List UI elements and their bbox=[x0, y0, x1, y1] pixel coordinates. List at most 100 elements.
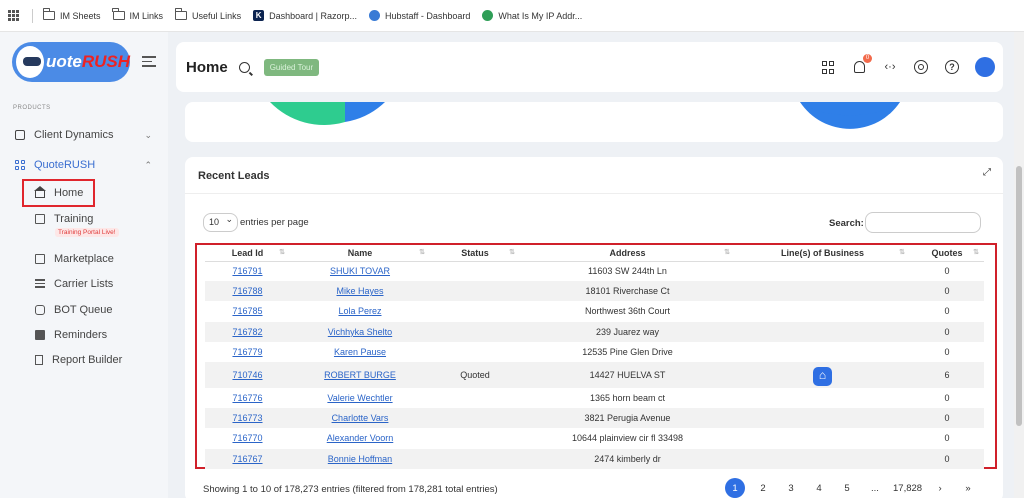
logo-mascot-icon bbox=[16, 46, 44, 78]
page-button[interactable]: 4 bbox=[809, 478, 829, 498]
lead-name-link[interactable]: ROBERT BURGE bbox=[324, 370, 396, 380]
lead-id-link[interactable]: 716779 bbox=[232, 347, 262, 357]
table-row[interactable]: 716782 Vichhyka Shelto 239 Juarez way 0 bbox=[205, 321, 984, 342]
folder-icon bbox=[42, 8, 55, 20]
scrollbar-thumb[interactable] bbox=[1016, 166, 1022, 426]
quotes-cell: 6 bbox=[910, 361, 984, 388]
sidebar-item-reminders[interactable]: Reminders bbox=[0, 329, 168, 341]
sidebar-item-bot-queue[interactable]: BOT Queue bbox=[0, 304, 168, 316]
home-insurance-icon[interactable] bbox=[813, 367, 832, 387]
lead-id-link[interactable]: 716767 bbox=[232, 454, 262, 464]
quotes-cell: 0 bbox=[910, 281, 984, 302]
quotes-cell: 0 bbox=[944, 346, 950, 357]
sidebar-item-client-dynamics[interactable]: Client Dynamics ⌄ bbox=[0, 129, 168, 141]
page-button[interactable]: 1 bbox=[725, 478, 745, 498]
sidebar-item-training[interactable]: Training bbox=[0, 213, 168, 225]
lead-id-link[interactable]: 716785 bbox=[232, 306, 262, 316]
lead-name-link[interactable]: Bonnie Hoffman bbox=[328, 454, 392, 464]
sidebar-item-report-builder[interactable]: Report Builder bbox=[0, 354, 168, 366]
search-icon[interactable] bbox=[238, 61, 250, 73]
name-cell: Mike Hayes bbox=[290, 281, 430, 302]
status-cell bbox=[430, 428, 520, 448]
table-row[interactable]: 716788 Mike Hayes 18101 Riverchase Ct 0 bbox=[205, 281, 984, 302]
lead-name-link[interactable]: Vichhyka Shelto bbox=[328, 327, 392, 337]
table-row[interactable]: 716785 Lola Perez Northwest 36th Court 0 bbox=[205, 301, 984, 321]
search-input[interactable] bbox=[865, 212, 981, 233]
code-icon[interactable]: ‹·› bbox=[883, 60, 897, 74]
apps-grid-icon[interactable] bbox=[8, 9, 20, 22]
line-of-business-cell bbox=[735, 448, 910, 469]
column-header-name[interactable]: Name ⇅ bbox=[290, 245, 430, 262]
menu-toggle-icon[interactable] bbox=[142, 56, 156, 70]
bookmark-useful-links[interactable]: Useful Links bbox=[174, 8, 241, 21]
page-button[interactable]: » bbox=[958, 478, 978, 498]
help-icon[interactable]: ? bbox=[945, 60, 959, 74]
sidebar-item-quoterush[interactable]: QuoteRUSH ⌃ bbox=[0, 159, 168, 171]
lead-name-link[interactable]: Lola Perez bbox=[338, 306, 381, 316]
lead-id-link[interactable]: 716773 bbox=[232, 413, 262, 423]
column-header-status[interactable]: Status ⇅ bbox=[430, 245, 520, 262]
page-button[interactable]: 2 bbox=[753, 478, 773, 498]
lead-id-link[interactable]: 716782 bbox=[232, 327, 262, 337]
bookmarks-bar: IM Sheets IM Links Useful Links K Dashboa… bbox=[0, 0, 1024, 32]
table-row[interactable]: 716770 Alexander Voorn 10644 plainview cir… bbox=[205, 428, 984, 448]
bookmarks-divider bbox=[32, 8, 33, 23]
lead-id-link[interactable]: 710746 bbox=[232, 370, 262, 380]
table-row[interactable]: 716767 Bonnie Hoffman 2474 kimberly dr 0 bbox=[205, 448, 984, 469]
name-cell: Vichhyka Shelto bbox=[290, 321, 430, 342]
quotes-cell: 0 bbox=[944, 266, 950, 277]
table-row[interactable]: 716779 Karen Pause 12535 Pine Glen Drive 0 bbox=[205, 342, 984, 362]
column-header-line-of-business[interactable]: Line(s) of Business ⇅ bbox=[735, 245, 910, 262]
column-header-lead-id[interactable]: Lead Id ⇅ bbox=[205, 245, 290, 262]
page-scrollbar[interactable] bbox=[1014, 32, 1024, 498]
bookmark-im-links[interactable]: IM Links bbox=[112, 8, 163, 21]
leads-table-body: 716791 SHUKI TOVAR 11603 SW 244th Ln 0 71678… bbox=[205, 261, 984, 469]
table-row[interactable]: 716776 Valerie Wechtler 1365 horn beam ct 0 bbox=[205, 388, 984, 408]
gear-icon[interactable] bbox=[914, 60, 928, 74]
bookmark-razorpay[interactable]: K Dashboard | Razorp... bbox=[253, 10, 357, 21]
lead-name-link[interactable]: Karen Pause bbox=[334, 347, 386, 357]
entries-select[interactable]: 10 bbox=[203, 213, 238, 232]
column-header-address[interactable]: Address ⇅ bbox=[520, 245, 735, 262]
quotes-cell: 0 bbox=[944, 306, 950, 317]
name-cell: Valerie Wechtler bbox=[290, 388, 430, 408]
page-button[interactable]: 17,828 bbox=[893, 478, 922, 498]
column-header-quotes[interactable]: Quotes ⇅ bbox=[910, 245, 984, 262]
expand-icon[interactable]: ⤢ bbox=[983, 167, 991, 178]
address-cell: 1365 horn beam ct bbox=[589, 393, 666, 404]
table-row[interactable]: 710746 ROBERT BURGE Quoted14427 HUELVA ST 6 bbox=[205, 361, 984, 388]
apps-grid-icon[interactable] bbox=[821, 60, 835, 74]
page-button[interactable]: 3 bbox=[781, 478, 801, 498]
line-of-business-cell bbox=[735, 261, 910, 281]
bookmark-im-sheets[interactable]: IM Sheets bbox=[42, 8, 101, 21]
page-button[interactable]: › bbox=[930, 478, 950, 498]
bookmark-what-is-my-ip[interactable]: What Is My IP Addr... bbox=[482, 10, 582, 21]
lead-name-link[interactable]: Valerie Wechtler bbox=[327, 393, 392, 403]
lead-name-link[interactable]: SHUKI TOVAR bbox=[330, 266, 390, 276]
sidebar-item-home[interactable]: Home bbox=[0, 186, 168, 199]
table-row[interactable]: 716773 Charlotte Vars 3821 Perugia Avenue 0 bbox=[205, 408, 984, 429]
table-row[interactable]: 716791 SHUKI TOVAR 11603 SW 244th Ln 0 bbox=[205, 261, 984, 281]
lead-name-link[interactable]: Mike Hayes bbox=[336, 286, 383, 296]
lead-name-link[interactable]: Charlotte Vars bbox=[332, 413, 389, 423]
lead-id-link[interactable]: 716788 bbox=[232, 286, 262, 296]
quotes-cell: 0 bbox=[944, 393, 950, 404]
line-of-business-cell bbox=[735, 388, 910, 408]
robot-icon bbox=[35, 305, 45, 315]
status-cell bbox=[430, 408, 520, 429]
sidebar-item-marketplace[interactable]: Marketplace bbox=[0, 253, 168, 265]
guided-tour-button[interactable]: Guided Tour bbox=[263, 58, 320, 76]
lead-name-link[interactable]: Alexander Voorn bbox=[327, 433, 394, 443]
lead-id-cell: 716779 bbox=[205, 342, 290, 362]
lead-id-link[interactable]: 716770 bbox=[232, 433, 262, 443]
lead-id-link[interactable]: 716791 bbox=[232, 266, 262, 276]
bookmark-hubstaff[interactable]: Hubstaff - Dashboard bbox=[368, 10, 470, 21]
chevron-down-icon: ⌄ bbox=[144, 129, 152, 140]
quoterush-logo[interactable]: uoteRUSH bbox=[12, 42, 130, 82]
sidebar-item-carrier-lists[interactable]: Carrier Lists bbox=[0, 278, 168, 290]
avatar[interactable] bbox=[975, 57, 995, 77]
notifications-button[interactable]: 0 bbox=[852, 54, 872, 74]
lead-id-cell: 716782 bbox=[205, 321, 290, 342]
lead-id-link[interactable]: 716776 bbox=[232, 393, 262, 403]
page-button[interactable]: 5 bbox=[837, 478, 857, 498]
